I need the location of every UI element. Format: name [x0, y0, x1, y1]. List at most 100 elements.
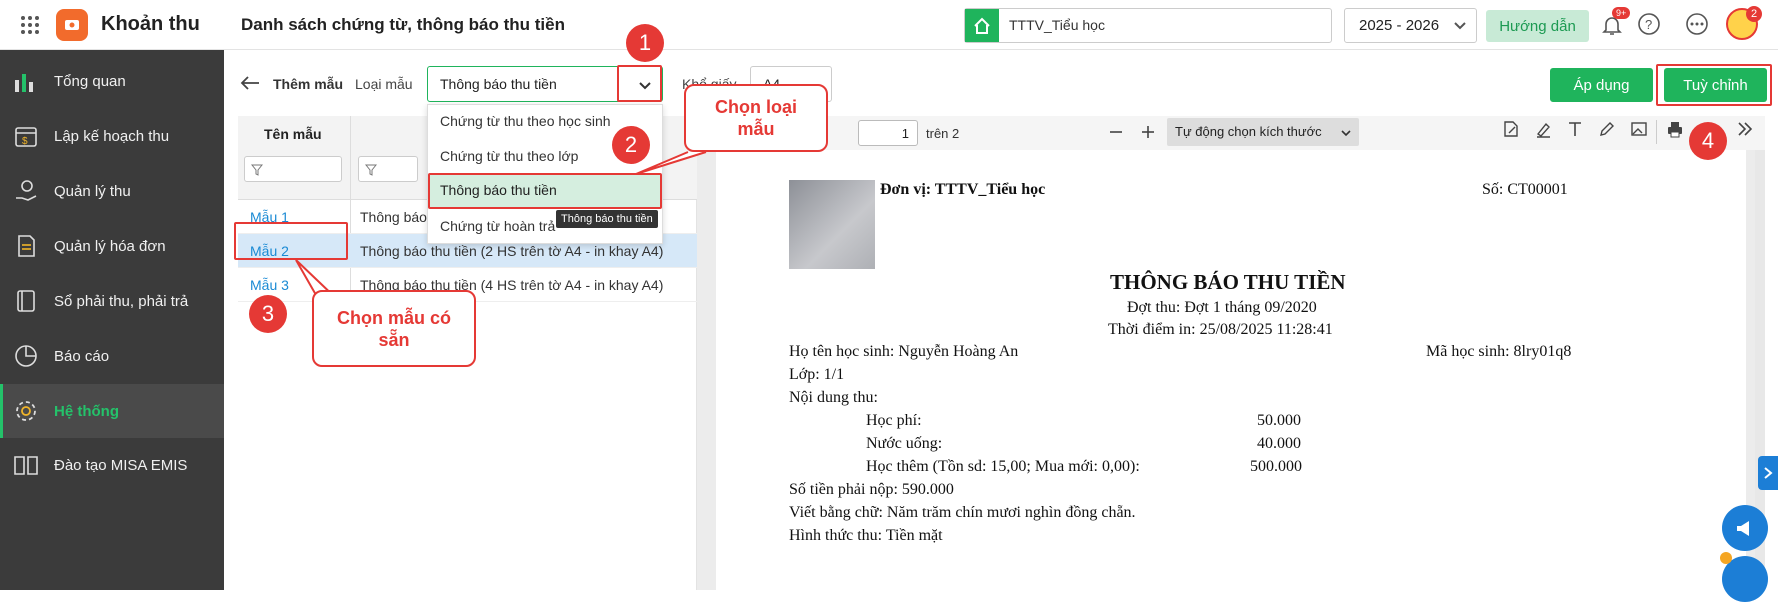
dropdown-option[interactable]: Chứng từ hoàn trả — [440, 218, 560, 236]
document-print-time: Thời điểm in: 25/08/2025 11:28:41 — [1108, 321, 1333, 338]
sidebar-item-label: Hệ thống — [54, 402, 119, 420]
document-unit: Đơn vị: TTTV_Tiểu học — [880, 181, 1046, 198]
sidebar-item-label: Quản lý hóa đơn — [54, 237, 166, 255]
document-title: THÔNG BÁO THU TIỀN — [1110, 270, 1346, 294]
fee-label: Nước uống: — [866, 435, 943, 452]
sidebar-item-label: Báo cáo — [54, 347, 110, 365]
hand-money-icon — [12, 177, 40, 205]
status-dot — [1720, 552, 1732, 564]
calendar-money-icon: $ — [12, 122, 40, 150]
avatar-badge: 2 — [1746, 6, 1762, 22]
sidebar-item-invoices[interactable]: Quản lý hóa đơn — [0, 219, 224, 273]
sidebar-item-ledger[interactable]: Sổ phải thu, phải trả — [0, 274, 224, 328]
step-4-badge: 4 — [1689, 122, 1727, 160]
student-code: Mã học sinh: 8lry01q8 — [1426, 343, 1572, 360]
apply-button[interactable]: Áp dụng — [1550, 68, 1653, 102]
filter-desc-input[interactable] — [358, 156, 418, 182]
document-number: Số: CT00001 — [1482, 181, 1568, 198]
side-expand-tab[interactable] — [1758, 456, 1778, 490]
svg-text:?: ? — [1645, 17, 1652, 32]
highlight-selected-option — [428, 173, 662, 209]
chevron-down-icon — [1340, 126, 1352, 144]
template-type-label: Loại mẫu — [355, 76, 413, 92]
template-name[interactable]: Mẫu 3 — [250, 277, 289, 293]
home-icon — [965, 9, 999, 42]
pie-chart-icon — [12, 342, 40, 370]
fee-label: Học thêm (Tồn sd: 15,00; Mua mới: 0,00): — [866, 458, 1140, 475]
top-header: Khoản thu Danh sách chứng từ, thông báo … — [0, 0, 1778, 50]
callout-pointer — [635, 151, 707, 175]
highlight-dropdown-toggle — [617, 65, 662, 102]
invoice-icon — [12, 232, 40, 260]
zoom-select[interactable]: Tự động chọn kích thước — [1167, 118, 1359, 146]
sidebar-item-label: Quản lý thu — [54, 182, 131, 200]
dropdown-option[interactable]: Chứng từ thu theo lớp — [440, 148, 578, 164]
edit-doc-icon[interactable] — [1500, 118, 1522, 140]
app-logo-icon — [56, 9, 88, 41]
zoom-value: Tự động chọn kích thước — [1175, 124, 1322, 139]
school-name: TTTV_Tiểu học — [1009, 17, 1105, 33]
app-title: Khoản thu — [101, 13, 200, 35]
sidebar-item-reports[interactable]: Báo cáo — [0, 329, 224, 383]
tooltip: Thông báo thu tiền — [556, 210, 658, 228]
dropdown-option[interactable]: Chứng từ thu theo học sinh — [440, 113, 611, 129]
step-1-badge: 1 — [626, 24, 664, 62]
sidebar-item-system[interactable]: Hệ thống — [0, 384, 224, 438]
gear-icon — [12, 397, 40, 425]
guide-button[interactable]: Hướng dẫn — [1486, 10, 1589, 42]
fee-label: Học phí: — [866, 412, 922, 429]
filter-icon — [250, 163, 264, 181]
chevron-down-icon — [1453, 18, 1467, 37]
fee-amount: 40.000 — [1257, 435, 1301, 452]
sidebar-item-label: Lập kế hoạch thu — [54, 127, 170, 145]
dashboard-icon — [12, 67, 40, 95]
app-grid-icon[interactable] — [18, 13, 42, 37]
page-number-input[interactable]: 1 — [858, 120, 918, 146]
highlight-icon[interactable] — [1532, 118, 1554, 140]
text-icon[interactable] — [1564, 118, 1586, 140]
help-icon[interactable]: ? — [1637, 12, 1661, 36]
zoom-out-icon[interactable] — [1108, 124, 1124, 145]
svg-text:$: $ — [22, 136, 28, 147]
template-desc: Thông báo thu tiền (2 HS trên tờ A4 - in… — [360, 243, 664, 259]
page-total: trên 2 — [926, 126, 960, 141]
sidebar-item-label: Sổ phải thu, phải trả — [54, 292, 189, 310]
more-icon[interactable] — [1685, 12, 1709, 36]
print-icon[interactable] — [1664, 118, 1686, 140]
payment-method: Hình thức thu: Tiền mặt — [789, 527, 943, 544]
school-selector[interactable]: TTTV_Tiểu học — [964, 8, 1332, 43]
sidebar-item-manage-income[interactable]: Quản lý thu — [0, 164, 224, 218]
year-selector[interactable]: 2025 - 2026 — [1344, 8, 1477, 43]
image-icon[interactable] — [1628, 118, 1650, 140]
school-logo-image — [789, 180, 875, 269]
sidebar: Tổng quan $ Lập kế hoạch thu Quản lý thu… — [0, 50, 224, 590]
content-label: Nội dung thu: — [789, 389, 878, 406]
sidebar-item-training[interactable]: Đào tạo MISA EMIS — [0, 438, 224, 492]
sidebar-item-label: Đào tạo MISA EMIS — [54, 456, 188, 474]
highlight-customize-button — [1656, 64, 1772, 106]
zoom-in-icon[interactable] — [1140, 124, 1156, 145]
sidebar-item-plan[interactable]: $ Lập kế hoạch thu — [0, 109, 224, 163]
sidebar-item-label: Tổng quan — [54, 72, 126, 90]
megaphone-icon — [1737, 521, 1749, 536]
student-class: Lớp: 1/1 — [789, 366, 845, 383]
filter-name-input[interactable] — [244, 156, 342, 182]
filter-icon — [364, 163, 378, 181]
book-icon — [12, 451, 40, 479]
page-number: 1 — [901, 126, 909, 141]
back-arrow-icon[interactable] — [240, 75, 260, 96]
template-type-value: Thông báo thu tiền — [440, 76, 557, 92]
announcement-button[interactable] — [1722, 505, 1768, 551]
double-chevron-right-icon[interactable] — [1734, 118, 1756, 140]
page-title: Danh sách chứng từ, thông báo thu tiền — [241, 15, 565, 34]
fee-amount: 50.000 — [1257, 412, 1301, 429]
fee-amount: 500.000 — [1250, 458, 1302, 475]
year-value: 2025 - 2026 — [1359, 17, 1440, 34]
step-3-badge: 3 — [249, 295, 287, 333]
sidebar-item-overview[interactable]: Tổng quan — [0, 54, 224, 108]
pencil-icon[interactable] — [1596, 118, 1618, 140]
add-template-title: Thêm mẫu — [273, 76, 344, 92]
callout-choose-template: Chọn mẫu có sẵn — [312, 290, 476, 367]
ledger-icon — [12, 287, 40, 315]
highlight-template-row — [234, 222, 348, 260]
